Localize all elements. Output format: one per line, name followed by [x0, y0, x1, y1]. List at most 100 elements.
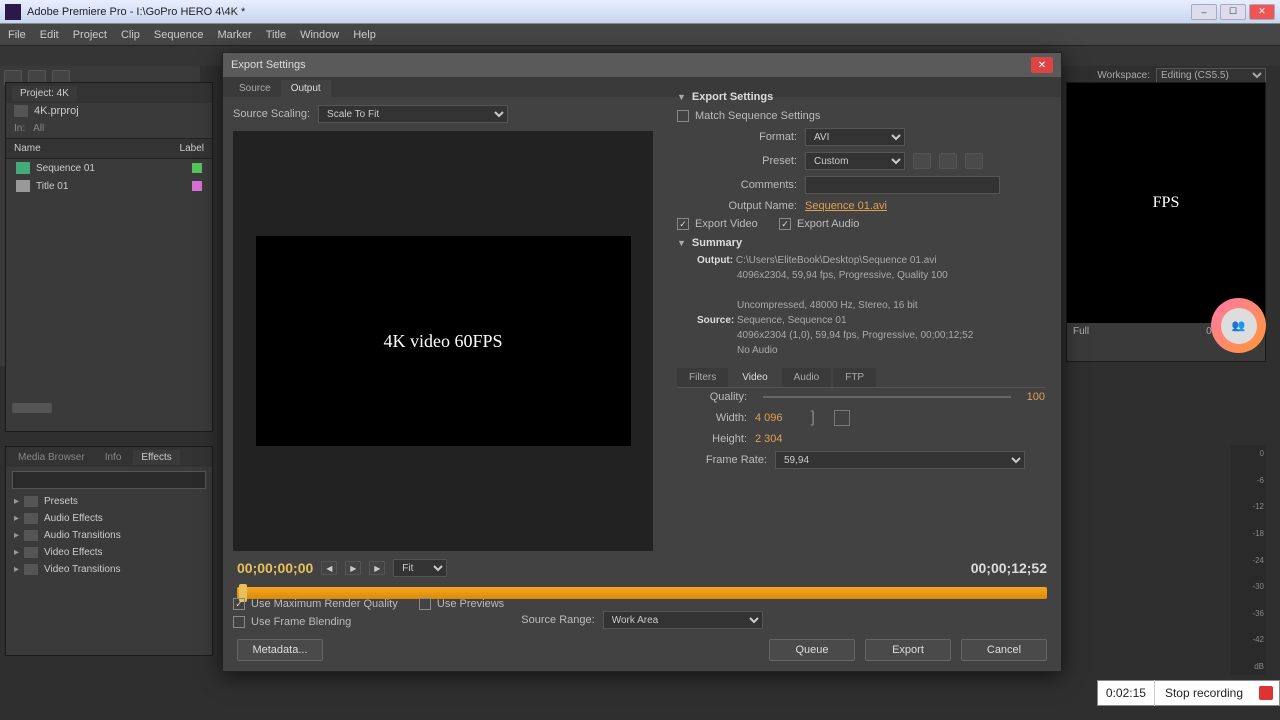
video-transitions-folder[interactable]: ▸Video Transitions — [6, 561, 212, 578]
cancel-button[interactable]: Cancel — [961, 639, 1047, 661]
export-settings-header: Export Settings — [692, 91, 773, 103]
tab-info[interactable]: Info — [97, 450, 130, 465]
folder-icon — [24, 530, 38, 541]
effects-search[interactable] — [12, 471, 206, 489]
all-label: All — [33, 123, 44, 134]
audio-effects-folder[interactable]: ▸Audio Effects — [6, 510, 212, 527]
export-button[interactable]: Export — [865, 639, 951, 661]
stop-recording-button[interactable]: Stop recording — [1155, 686, 1253, 700]
scrollbar[interactable] — [12, 403, 52, 413]
tab-output[interactable]: Output — [281, 80, 331, 97]
project-file-icon — [14, 105, 28, 117]
export-audio-label: Export Audio — [797, 218, 859, 230]
workspace-label: Workspace: — [1097, 70, 1150, 81]
tab-effects[interactable]: Effects — [133, 450, 179, 465]
comments-input[interactable] — [805, 176, 1000, 194]
queue-button[interactable]: Queue — [769, 639, 855, 661]
menu-file[interactable]: File — [8, 29, 26, 41]
export-audio-checkbox[interactable] — [779, 218, 791, 230]
record-indicator-icon — [1259, 686, 1273, 700]
tab-ftp[interactable]: FTP — [833, 368, 876, 387]
menu-bar: File Edit Project Clip Sequence Marker T… — [0, 24, 1280, 46]
minimize-button[interactable]: – — [1191, 4, 1217, 20]
menu-marker[interactable]: Marker — [217, 29, 251, 41]
workspace-dropdown[interactable]: Editing (CS5.5) — [1156, 68, 1266, 83]
match-sequence-checkbox[interactable] — [677, 110, 689, 122]
folder-icon — [24, 496, 38, 507]
frame-rate-dropdown[interactable]: 59,94 — [775, 451, 1025, 469]
close-button[interactable]: ✕ — [1249, 4, 1275, 20]
zoom-level[interactable]: Full — [1073, 326, 1089, 337]
presets-folder[interactable]: ▸Presets — [6, 493, 212, 510]
project-columns[interactable]: NameLabel — [6, 138, 212, 159]
tab-audio[interactable]: Audio — [782, 368, 832, 387]
step-back-button[interactable]: ◀ — [321, 561, 337, 575]
quality-slider[interactable] — [763, 396, 1011, 398]
use-previews-checkbox[interactable] — [419, 598, 431, 610]
step-fwd-button[interactable]: ▶ — [369, 561, 385, 575]
metadata-button[interactable]: Metadata... — [237, 639, 323, 661]
col-name: Name — [14, 143, 180, 154]
project-item-sequence[interactable]: Sequence 01 — [6, 159, 212, 177]
screen-recorder-overlay: 0:02:15 Stop recording — [1097, 680, 1280, 706]
tab-video[interactable]: Video — [730, 368, 779, 387]
maximize-button[interactable]: ☐ — [1220, 4, 1246, 20]
max-render-label: Use Maximum Render Quality — [251, 598, 398, 610]
audio-transitions-folder[interactable]: ▸Audio Transitions — [6, 527, 212, 544]
title-bar: Adobe Premiere Pro - I:\GoPro HERO 4\4K … — [0, 0, 1280, 24]
export-preview: 4K video 60FPS — [233, 131, 653, 551]
sequence-icon — [16, 162, 30, 174]
menu-title[interactable]: Title — [266, 29, 286, 41]
frame-blending-checkbox[interactable] — [233, 616, 245, 628]
tab-source[interactable]: Source — [229, 80, 281, 97]
width-value[interactable]: 4 096 — [755, 412, 783, 424]
menu-sequence[interactable]: Sequence — [154, 29, 204, 41]
dialog-title-bar[interactable]: Export Settings ✕ — [223, 53, 1061, 77]
export-video-label: Export Video — [695, 218, 758, 230]
delete-preset-icon[interactable] — [965, 153, 983, 169]
project-item-title[interactable]: Title 01 — [6, 177, 212, 195]
recorder-time: 0:02:15 — [1098, 680, 1155, 706]
menu-help[interactable]: Help — [353, 29, 376, 41]
dialog-title: Export Settings — [231, 59, 1031, 71]
height-value[interactable]: 2 304 — [755, 433, 783, 445]
menu-edit[interactable]: Edit — [40, 29, 59, 41]
format-dropdown[interactable]: AVI — [805, 128, 905, 146]
project-file: 4K.prproj — [6, 103, 212, 119]
end-timecode: 00;00;12;52 — [971, 560, 1047, 576]
menu-window[interactable]: Window — [300, 29, 339, 41]
menu-clip[interactable]: Clip — [121, 29, 140, 41]
effects-panel: Media Browser Info Effects ▸Presets ▸Aud… — [5, 446, 213, 656]
workspace-selector: Workspace: Editing (CS5.5) — [1097, 68, 1266, 83]
twirl-icon[interactable]: ▼ — [677, 92, 686, 102]
tab-filters[interactable]: Filters — [677, 368, 728, 387]
output-name-link[interactable]: Sequence 01.avi — [805, 200, 887, 212]
project-panel: Project: 4K 4K.prproj In: All NameLabel S… — [5, 82, 213, 432]
source-scaling-dropdown[interactable]: Scale To Fit — [318, 105, 508, 123]
twirl-icon[interactable]: ▼ — [677, 238, 686, 248]
title-icon — [16, 180, 30, 192]
use-previews-label: Use Previews — [437, 598, 504, 610]
menu-project[interactable]: Project — [73, 29, 107, 41]
folder-icon — [24, 564, 38, 575]
save-preset-icon[interactable] — [913, 153, 931, 169]
link-dimensions-checkbox[interactable] — [834, 410, 850, 426]
in-label: In: — [14, 123, 25, 134]
preset-dropdown[interactable]: Custom — [805, 152, 905, 170]
quality-value[interactable]: 100 — [1027, 391, 1045, 403]
summary-block: Output: C:\Users\EliteBook\Desktop\Seque… — [677, 253, 1045, 358]
window-title: Adobe Premiere Pro - I:\GoPro HERO 4\4K … — [27, 6, 1191, 18]
audio-meter: 0-6-12-18-24-30-36-42dB — [1231, 445, 1266, 675]
project-tab[interactable]: Project: 4K — [12, 86, 77, 101]
tab-media-browser[interactable]: Media Browser — [10, 450, 93, 465]
preset-label: Preset: — [677, 155, 797, 167]
dialog-close-button[interactable]: ✕ — [1031, 57, 1053, 73]
max-render-quality-checkbox[interactable] — [233, 598, 245, 610]
video-effects-folder[interactable]: ▸Video Effects — [6, 544, 212, 561]
zoom-fit-dropdown[interactable]: Fit — [393, 559, 447, 577]
record-badge[interactable]: 👥 — [1211, 298, 1266, 353]
import-preset-icon[interactable] — [939, 153, 957, 169]
export-video-checkbox[interactable] — [677, 218, 689, 230]
start-timecode[interactable]: 00;00;00;00 — [237, 560, 313, 576]
play-button[interactable]: ▶ — [345, 561, 361, 575]
